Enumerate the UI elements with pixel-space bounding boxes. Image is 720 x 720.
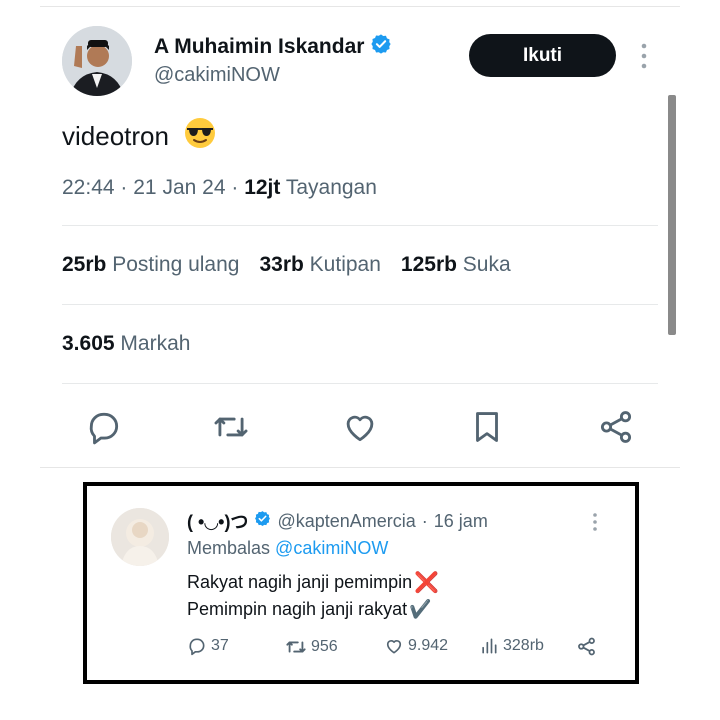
bookmarks-stat: 3.605 Markah [62,332,190,356]
engagement-stats: 25rb Posting ulang 33rb Kutipan 125rb Su… [62,253,511,277]
share-icon [578,637,595,656]
repost-icon [286,641,306,653]
reposts-label: Posting ulang [112,253,240,276]
author-handle[interactable]: @cakimiNOW [154,64,280,87]
divider [62,225,658,226]
reply-share-action[interactable] [576,636,597,657]
like-icon[interactable] [341,408,379,446]
reply-views-action[interactable]: 328rb [479,636,544,656]
reply-likes-count: 9.942 [408,637,449,654]
reply-icon [189,638,205,656]
reply-more-options-icon[interactable] [590,512,600,532]
reply-text-line-2: Pemimpin nagih janji rakyat ✔️ [187,599,432,620]
bookmark-icon[interactable] [468,408,506,446]
replying-to-handle[interactable]: @cakimiNOW [275,538,388,558]
meta-separator: · [120,176,128,199]
tweet-date[interactable]: 21 Jan 24 [133,176,225,199]
author-avatar[interactable] [62,26,132,96]
reply-like-action[interactable]: 9.942 [384,636,448,656]
reply-text-1: Rakyat nagih janji pemimpin [187,572,413,592]
section-divider [40,467,680,468]
reply-views-count: 328rb [503,637,544,654]
tweet-time[interactable]: 22:44 [62,176,115,199]
bookmarks-label: Markah [120,332,191,355]
reply-repost-action[interactable]: 956 [285,636,338,658]
divider [62,383,658,384]
reply-replies-count: 37 [211,637,229,654]
quotes-label: Kutipan [309,253,381,276]
reply-text-2: Pemimpin nagih janji rakyat [187,599,408,619]
meta-separator: · [231,176,239,199]
reply-reposts-count: 956 [311,638,338,655]
reply-author-avatar[interactable] [111,508,169,566]
reply-header: ( •◡•)つ @kaptenAmercia · 16 jam [187,508,488,534]
follow-button[interactable]: Ikuti [469,34,616,77]
divider [62,304,658,305]
views-count: 12jt [244,176,281,199]
reply-author-handle[interactable]: @kaptenAmercia [277,511,415,532]
tweet-text: videotron [62,116,217,157]
verified-badge-icon [254,510,271,532]
reply-reply-action[interactable]: 37 [187,636,229,656]
reposts-count: 25rb [62,253,107,276]
views-label: Tayangan [285,176,377,199]
replying-to: Membalas @cakimiNOW [187,538,388,559]
more-options-icon[interactable] [636,42,652,70]
likes-stat[interactable]: 125rb Suka [401,253,511,277]
replying-to-prefix: Membalas [187,538,271,558]
reply-text-line-1: Rakyat nagih janji pemimpin ❌ [187,570,439,595]
scrollbar[interactable] [668,95,676,335]
reply-separator: · [421,510,428,531]
likes-count: 125rb [400,253,457,276]
reply-icon[interactable] [85,408,123,446]
verified-badge-icon [370,33,392,60]
repost-icon[interactable] [212,408,250,446]
views-icon [482,638,497,654]
reposts-stat[interactable]: 25rb Posting ulang [62,253,239,277]
cross-mark-icon: ❌ [414,572,440,594]
tweet-meta: 22:44 · 21 Jan 24 · 12jt Tayangan [62,176,377,200]
check-mark-icon: ✔️ [409,599,432,619]
quotes-count: 33rb [259,253,304,276]
reply-author-name[interactable]: ( •◡•)つ [187,508,248,534]
tweet-text-body: videotron [62,121,169,151]
likes-label: Suka [462,253,511,276]
like-icon [386,640,402,654]
reply-time[interactable]: 16 jam [434,511,488,532]
quotes-stat[interactable]: 33rb Kutipan [259,253,380,277]
top-divider [40,6,680,7]
share-icon[interactable] [597,408,635,446]
sunglasses-emoji-icon [183,116,217,157]
bookmarks-count: 3.605 [62,332,115,355]
author-name-row: A Muhaimin Iskandar [154,33,392,60]
author-name[interactable]: A Muhaimin Iskandar [154,35,364,59]
